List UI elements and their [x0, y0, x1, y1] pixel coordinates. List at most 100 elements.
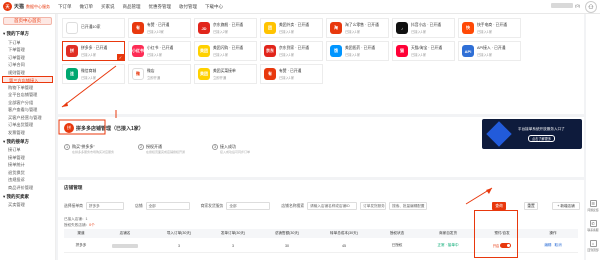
sidebar-item[interactable]: 下订单 [0, 38, 55, 46]
card-meituan2-icon: 美团 [198, 45, 210, 57]
store-title: 拼多多店铺管理（已接入1家） [76, 126, 144, 132]
card-meituan[interactable]: 团美团外卖 · 已开通 已接入1家 [260, 18, 323, 38]
card-api-icon: API [462, 45, 474, 57]
sidebar-item[interactable]: 买客户经营与管理 [0, 113, 55, 121]
auth-count: 已接入店铺：1 [64, 217, 88, 221]
step-desc: 接入成功后可同步订单 [220, 150, 251, 154]
nav-item[interactable]: 做订单 [80, 4, 94, 10]
order-service-select[interactable]: 订单发货服务 [360, 202, 387, 210]
card-tiktok[interactable]: ♪ 抖音小店 · 已开通 已接入1家 [392, 18, 455, 38]
step-number: 1 [64, 144, 70, 150]
step-2: 2 授权开通 在授权页面完成店铺授权开通 [138, 144, 206, 154]
card-weidian[interactable]: 微微店 立即开通 [128, 64, 191, 84]
store-select[interactable]: 全部 [145, 202, 190, 210]
right-toolbar-item[interactable]: ✆ 联系客服 [587, 220, 599, 232]
auth-fail-count[interactable]: 0个 [89, 223, 95, 227]
sidebar-item[interactable]: 接单统计 [0, 161, 55, 169]
card-subtitle: 立即开通 [213, 75, 227, 80]
reset-button[interactable]: 重置 [524, 202, 538, 210]
store-name-redacted [112, 243, 138, 248]
sidebar-item[interactable]: 订单合同 [0, 61, 55, 69]
card-title: 小红书 · 已开通 [147, 45, 174, 50]
edit-link[interactable]: 编辑 [544, 243, 551, 248]
card-meituan2[interactable]: 美团 美团闪购 · 已开通 已接入1家 [194, 41, 257, 61]
sidebar-item[interactable]: 订单管理 [0, 53, 55, 61]
sidebar-item[interactable]: 接订单 [0, 146, 55, 154]
toolbar-label: 回到顶部 [587, 248, 599, 252]
filter-label: 商家发货服务 [200, 203, 224, 208]
right-toolbar-item[interactable]: ⌂ 回到顶部 [587, 240, 599, 252]
card-youzan2[interactable]: 有有赞 · 已开通 已接入1家 [260, 64, 323, 84]
toolbar-icon: ☰ [589, 200, 597, 207]
right-toolbar-item[interactable]: ☰ 问题反馈 [587, 200, 599, 212]
card-lianlian[interactable]: 连微信商城 已接入1家 [62, 64, 125, 84]
nav-item[interactable]: 收付管理 [179, 4, 197, 10]
card-text: API接入 · 已开通 已接入1家 [477, 46, 505, 57]
card-title: 微信商城 [81, 68, 97, 73]
filters: 选择接单商 拼多多 店铺 全部 商家发货服务 全部 店铺名称搜索 请输入店铺名称… [64, 202, 428, 210]
cancel-link[interactable]: 取消 [555, 243, 562, 248]
card-title: 美团医药 · 已开通 [345, 45, 375, 50]
sidebar-item[interactable]: 规则管理 [0, 68, 55, 76]
card-jd[interactable]: JD 京东旗舰 · 已开通 已接入2家 [194, 18, 257, 38]
banner-button[interactable]: 点击了解更多 [528, 135, 556, 142]
card-title: 拼多多 · 已开通 [81, 45, 108, 50]
sidebar-item[interactable]: 买卖管理 [0, 201, 55, 209]
card-text: 微信商城 已接入1家 [81, 69, 96, 80]
sidebar-item[interactable]: 客户查看与管理 [0, 106, 55, 114]
channel-select[interactable]: 拼多多 [85, 202, 124, 210]
promo-banner[interactable]: 平台接单系统开放服务入口了 点击了解更多 [482, 119, 582, 149]
sidebar-group-title[interactable]: ▾ 我的买卖家 [0, 191, 55, 201]
ship-service-select[interactable]: 全部 [226, 202, 271, 210]
avatar[interactable]: ⚇ [585, 1, 597, 13]
card-kuaishou[interactable]: 快快手电商 · 已开通 已接入1家 [458, 18, 521, 38]
card-title: 美团闪购 · 已开通 [213, 45, 243, 50]
card-xiaohongshu[interactable]: 小红书 小红书 · 已开通 已接入1家 [128, 41, 191, 61]
sidebar-item[interactable]: 下单管理 [0, 46, 55, 54]
nav-item[interactable]: 买家说 [101, 4, 115, 10]
card-text: 小红书 · 已开通 已接入1家 [147, 46, 173, 57]
card-jdhome[interactable]: 京东 京东到家 · 已开通 已接入1家 [260, 41, 323, 61]
query-button[interactable]: 查询 [492, 202, 506, 210]
sidebar-group-title[interactable]: ▾ 我的下单方 [0, 28, 55, 38]
nav-item[interactable]: 下订单 [58, 4, 72, 10]
step-desc: 在拼多多服务市场购买对应服务 [72, 150, 115, 154]
card-subtitle: 已接入1家 [279, 52, 295, 57]
sidebar-item[interactable]: 接单管理 [0, 153, 55, 161]
card-pdd[interactable]: 拼拼多多 · 已开通 已接入1家 ✓ [62, 41, 125, 61]
card-youzan[interactable]: 有有赞 · 已开通 已接入10家 [128, 18, 191, 38]
sidebar-item[interactable]: 购物下单管理 [0, 83, 55, 91]
column-header: 发单订单(30天) [220, 231, 246, 235]
nav-item[interactable]: 商品管理 [123, 4, 141, 10]
sidebar-item[interactable]: 违规投诉 [0, 176, 55, 184]
sidebar-item[interactable]: 全部客户分组 [0, 98, 55, 106]
sidebar-item[interactable]: 发票管理 [0, 128, 55, 136]
sidebar-item[interactable]: 订单出货管理 [0, 121, 55, 129]
card-a[interactable]: 已开通10家 [62, 18, 125, 38]
user-id: (0) [575, 3, 580, 8]
brand[interactable]: 天 天猫 数据中心服务 [0, 2, 56, 11]
nav-item[interactable]: 优惠券管理 [149, 4, 172, 10]
card-title: 已开通10家 [81, 25, 101, 29]
user-info[interactable]: (0) [551, 3, 580, 8]
home-button[interactable]: 首页中心首页 [3, 17, 52, 25]
add-store-button[interactable]: + 新增店铺 [552, 202, 580, 210]
card-api[interactable]: API API接入 · 已开通 已接入1家 [458, 41, 521, 61]
sidebar-group-title[interactable]: ▾ 我的接单方 [0, 136, 55, 146]
card-text: 微店 立即开通 [147, 69, 160, 80]
card-tmall-icon: 猫 [396, 45, 408, 57]
sidebar-item[interactable]: 全平台店铺管理 [0, 91, 55, 99]
batch-search-input[interactable]: 搜索、批量编辑配置 [389, 202, 428, 210]
card-taobao[interactable]: 淘淘了么零售 · 已开通 已接入1家 [326, 18, 389, 38]
nav-item[interactable]: 下载中心 [205, 4, 223, 10]
card-tmall[interactable]: 猫天猫/淘宝 · 已开通 已接入1家 [392, 41, 455, 61]
card-meituan3[interactable]: 美团 美团买菜接单 立即开通 [194, 64, 257, 84]
sidebar-item-active[interactable]: 第三方店铺接入 [2, 75, 53, 83]
card-meituan3-icon: 美团 [198, 68, 210, 80]
store-search-input[interactable]: 请输入店铺名称或店铺ID [307, 202, 358, 210]
cell-self-ship: 正常 · 接单中 [437, 243, 459, 247]
sidebar-item[interactable]: 退货换货 [0, 168, 55, 176]
toolbar-icon: ⌂ [589, 240, 597, 247]
card-ele[interactable]: 饿美团医药 · 已开通 已接入1家 [326, 41, 389, 61]
sidebar-item[interactable]: 商品评价管理 [0, 183, 55, 191]
